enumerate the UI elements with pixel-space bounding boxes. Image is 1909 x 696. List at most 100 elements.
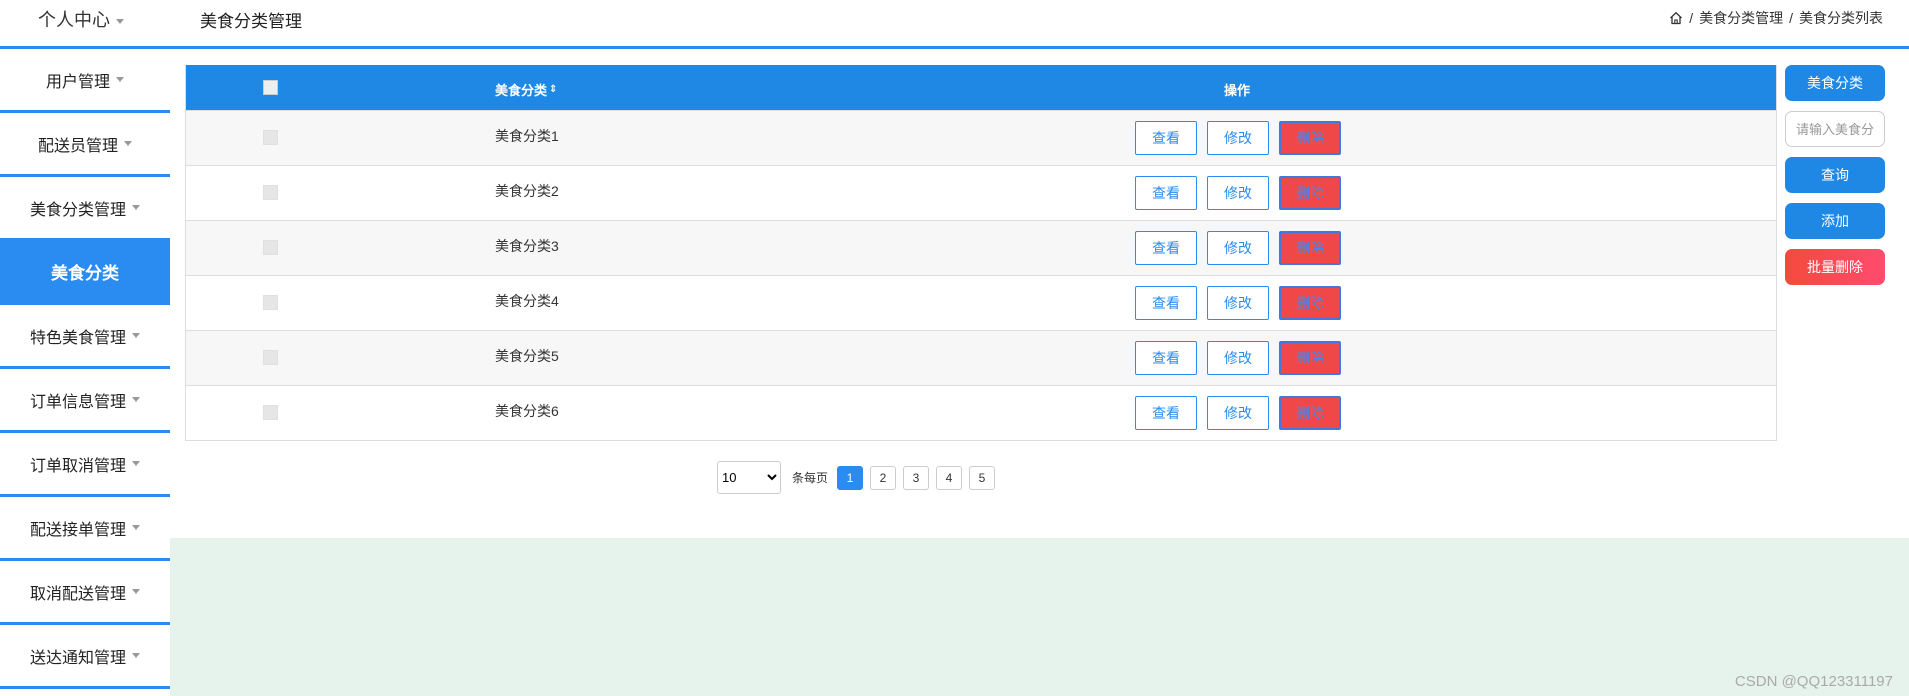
table-row: 美食分类5 查看 修改 删除 (186, 330, 1776, 385)
chevron-down-icon (132, 333, 140, 338)
chevron-down-icon (132, 525, 140, 530)
column-header-label: 美食分类 (495, 83, 548, 98)
row-actions: 查看 修改 删除 (1135, 121, 1341, 155)
home-icon[interactable] (1669, 11, 1683, 25)
category-name-cell: 美食分类4 (495, 293, 559, 309)
breadcrumb-item-category-manage[interactable]: 美食分类管理 (1699, 8, 1783, 28)
row-actions: 查看 修改 删除 (1135, 341, 1341, 375)
sidebar-item-label: 美食分类 (51, 264, 119, 283)
delete-button[interactable]: 删除 (1279, 231, 1341, 265)
sidebar-item-label: 配送员管理 (37, 137, 118, 155)
select-all-checkbox[interactable] (263, 80, 278, 95)
sidebar-item-label: 订单信息管理 (29, 393, 126, 411)
delete-button[interactable]: 删除 (1279, 396, 1341, 430)
edit-button[interactable]: 修改 (1207, 176, 1269, 210)
table-row: 美食分类1 查看 修改 删除 (186, 110, 1776, 165)
row-checkbox[interactable] (263, 295, 278, 310)
sort-icon[interactable]: ⇕ (549, 84, 557, 95)
breadcrumb: / 美食分类管理 / 美食分类列表 (1669, 8, 1883, 28)
sidebar-item-category-manage[interactable]: 美食分类管理 (0, 177, 170, 241)
category-name-cell: 美食分类5 (495, 348, 559, 364)
pagination: 10 条每页 1 2 3 4 5 (717, 461, 996, 494)
sidebar-item-delivery-notice[interactable]: 送达通知管理 (0, 625, 170, 689)
row-checkbox[interactable] (263, 350, 278, 365)
user-center-label: 个人中心 (38, 10, 110, 30)
page-button-4[interactable]: 4 (936, 465, 963, 490)
add-button[interactable]: 添加 (1785, 203, 1885, 239)
sidebar-item-courier-manage[interactable]: 配送员管理 (0, 113, 170, 177)
view-button[interactable]: 查看 (1135, 286, 1197, 320)
footer-area: CSDN @QQ123311197 (170, 538, 1909, 696)
row-checkbox[interactable] (263, 405, 278, 420)
table-row: 美食分类2 查看 修改 删除 (186, 165, 1776, 220)
breadcrumb-separator: / (1789, 10, 1793, 26)
view-button[interactable]: 查看 (1135, 396, 1197, 430)
chevron-down-icon (132, 397, 140, 402)
top-bar: 个人中心 美食分类管理 / 美食分类管理 / 美食分类列表 (0, 0, 1909, 49)
view-button[interactable]: 查看 (1135, 176, 1197, 210)
category-filter-label: 美食分类 (1785, 65, 1885, 101)
chevron-down-icon (116, 18, 124, 24)
sidebar-item-label: 用户管理 (45, 73, 110, 91)
edit-button[interactable]: 修改 (1207, 231, 1269, 265)
page-button-1[interactable]: 1 (837, 465, 864, 490)
sidebar-item-order-cancel[interactable]: 订单取消管理 (0, 433, 170, 497)
sidebar-item-label: 配送接单管理 (29, 521, 126, 539)
sidebar-item-label: 订单取消管理 (29, 457, 126, 475)
table-row: 美食分类4 查看 修改 删除 (186, 275, 1776, 330)
view-button[interactable]: 查看 (1135, 231, 1197, 265)
sidebar-item-label: 送达通知管理 (29, 649, 126, 667)
search-button[interactable]: 查询 (1785, 157, 1885, 193)
delete-button[interactable]: 删除 (1279, 286, 1341, 320)
breadcrumb-separator: / (1689, 10, 1694, 26)
category-name-cell: 美食分类3 (495, 238, 559, 254)
sidebar-item-delivery-cancel[interactable]: 取消配送管理 (0, 561, 170, 625)
row-actions: 查看 修改 删除 (1135, 286, 1341, 320)
per-page-label: 条每页 (792, 471, 829, 485)
delete-button[interactable]: 删除 (1279, 341, 1341, 375)
column-header-category[interactable]: 美食分类 ⇕ (495, 80, 557, 99)
search-panel: 美食分类 查询 添加 批量删除 (1785, 65, 1885, 285)
sidebar-item-order-info[interactable]: 订单信息管理 (0, 369, 170, 433)
row-checkbox[interactable] (263, 240, 278, 255)
delete-button[interactable]: 删除 (1279, 121, 1341, 155)
row-checkbox[interactable] (263, 130, 278, 145)
sidebar-item-label: 美食分类管理 (29, 201, 126, 219)
edit-button[interactable]: 修改 (1207, 286, 1269, 320)
row-actions: 查看 修改 删除 (1135, 231, 1341, 265)
category-name-cell: 美食分类6 (495, 403, 559, 419)
view-button[interactable]: 查看 (1135, 341, 1197, 375)
chevron-down-icon (124, 141, 132, 146)
sidebar-item-delivery-accept[interactable]: 配送接单管理 (0, 497, 170, 561)
chevron-down-icon (132, 589, 140, 594)
category-table: 美食分类 ⇕ 操作 美食分类1 查看 修改 删除 美食分类2 查看 修改 删除 美… (185, 65, 1777, 441)
user-center-menu[interactable]: 个人中心 (38, 6, 124, 32)
category-name-cell: 美食分类1 (495, 128, 559, 144)
category-name-cell: 美食分类2 (495, 183, 559, 199)
sidebar-item-category[interactable]: 美食分类 (0, 241, 170, 305)
search-input[interactable] (1785, 111, 1885, 147)
chevron-down-icon (132, 461, 140, 466)
column-header-actions: 操作 (1224, 83, 1251, 98)
table-header: 美食分类 ⇕ 操作 (186, 65, 1776, 110)
table-row: 美食分类6 查看 修改 删除 (186, 385, 1776, 440)
delete-button[interactable]: 删除 (1279, 176, 1341, 210)
chevron-down-icon (132, 653, 140, 658)
page-size-select[interactable]: 10 (717, 461, 781, 494)
batch-delete-button[interactable]: 批量删除 (1785, 249, 1885, 285)
sidebar-item-user-manage[interactable]: 用户管理 (0, 49, 170, 113)
row-checkbox[interactable] (263, 185, 278, 200)
sidebar-item-label: 特色美食管理 (29, 329, 126, 347)
sidebar-item-label: 取消配送管理 (29, 585, 126, 603)
edit-button[interactable]: 修改 (1207, 396, 1269, 430)
view-button[interactable]: 查看 (1135, 121, 1197, 155)
page-button-2[interactable]: 2 (870, 465, 897, 490)
page-button-5[interactable]: 5 (969, 465, 996, 490)
page-button-3[interactable]: 3 (903, 465, 930, 490)
sidebar-item-special-food[interactable]: 特色美食管理 (0, 305, 170, 369)
edit-button[interactable]: 修改 (1207, 121, 1269, 155)
row-actions: 查看 修改 删除 (1135, 176, 1341, 210)
sidebar: 用户管理 配送员管理 美食分类管理 美食分类 特色美食管理 订单信息管理 订单取… (0, 49, 170, 689)
edit-button[interactable]: 修改 (1207, 341, 1269, 375)
row-actions: 查看 修改 删除 (1135, 396, 1341, 430)
